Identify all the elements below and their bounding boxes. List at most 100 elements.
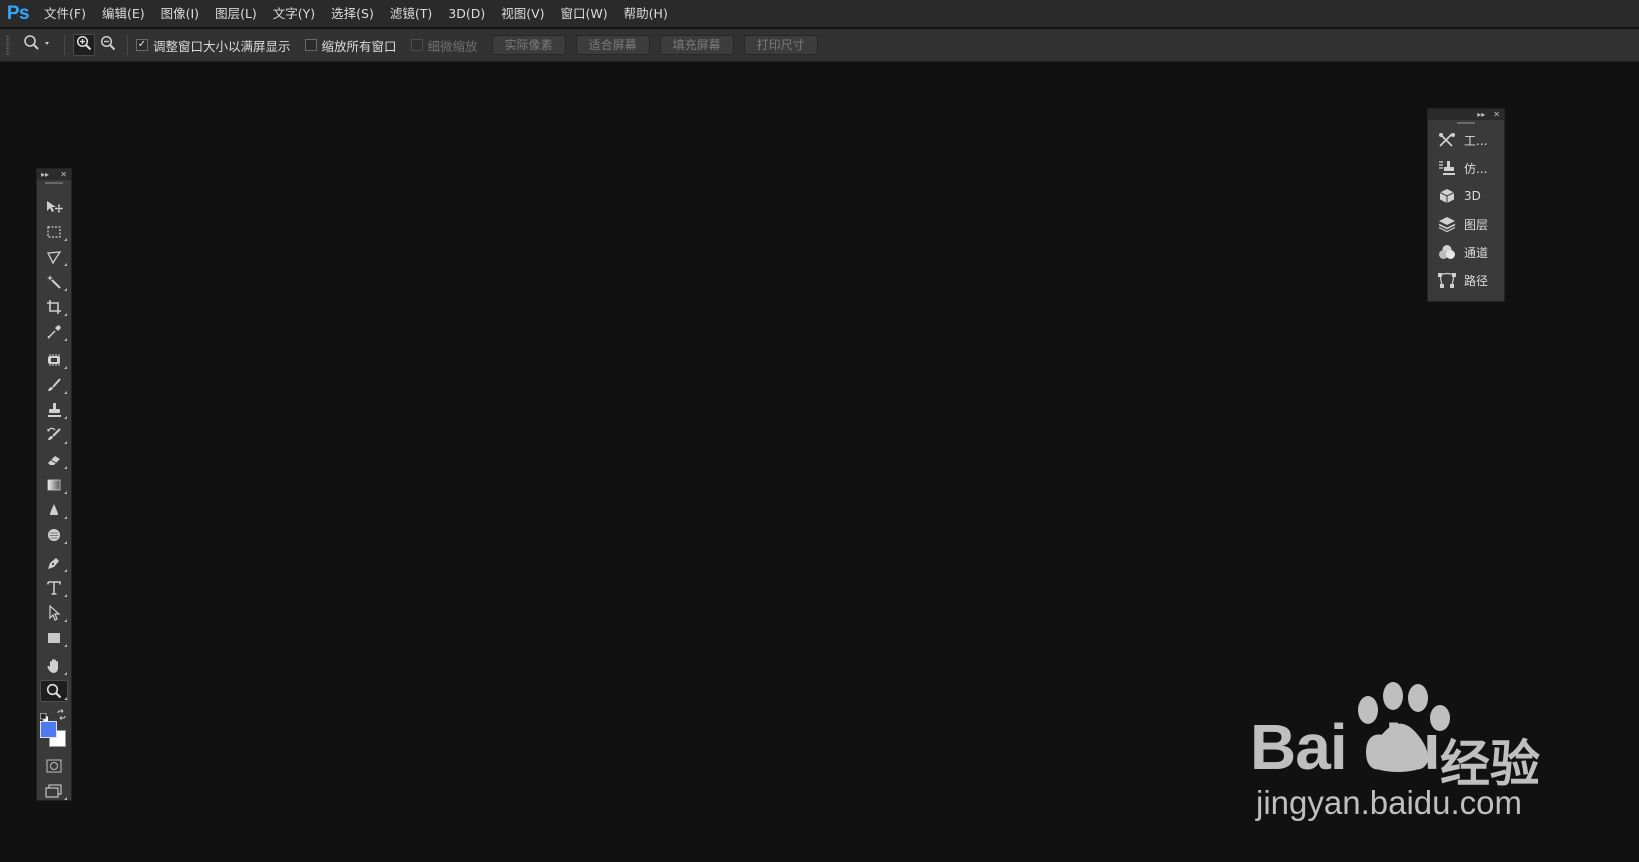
channels-icon	[1436, 241, 1458, 263]
dock-item-paths[interactable]: 路径	[1428, 266, 1504, 294]
pen-icon	[48, 557, 59, 569]
dock-label-tool-presets: 工...	[1464, 133, 1488, 148]
collapse-icon[interactable]: ▸▸	[1477, 109, 1485, 120]
eraser-tool[interactable]	[37, 447, 71, 472]
ps-logo: Ps	[6, 2, 30, 24]
dock-item-channels[interactable]: 通道	[1428, 238, 1504, 266]
foreground-color-swatch[interactable]	[40, 721, 57, 738]
crop-icon	[47, 299, 61, 314]
color-swatches	[37, 703, 71, 751]
move-tool[interactable]	[37, 194, 71, 219]
options-bar: ✓ 调整窗口大小以满屏显示 缩放所有窗口 细微缩放 实际像素 适合屏幕 填充屏幕…	[0, 29, 1639, 62]
dodge-tool[interactable]	[37, 522, 71, 547]
zoom-all-windows-option[interactable]: 缩放所有窗口	[304, 36, 397, 55]
tools-panel: ▸▸ ✕	[36, 168, 72, 801]
scrubby-zoom-option[interactable]: 细微缩放	[410, 36, 478, 55]
resize-windows-checkbox[interactable]: ✓	[136, 39, 148, 51]
clone-stamp-icon	[48, 402, 61, 417]
fit-screen-button[interactable]: 适合屏幕	[575, 35, 650, 55]
gradient-tool[interactable]	[37, 472, 71, 497]
brush-tool[interactable]	[37, 372, 71, 397]
layers-icon	[1436, 213, 1458, 235]
scrubby-zoom-label: 细微缩放	[427, 38, 478, 54]
crop-tool[interactable]	[37, 294, 71, 319]
menu-window[interactable]: 窗口(W)	[553, 0, 616, 28]
brush-icon	[48, 377, 61, 391]
blur-icon	[50, 503, 58, 515]
screen-mode-icon	[45, 783, 62, 798]
3d-cube-icon	[1436, 185, 1458, 207]
menu-filter[interactable]: 滤镜(T)	[382, 0, 440, 28]
dock-label-layers: 图层	[1464, 217, 1489, 232]
rectangle-tool[interactable]	[37, 625, 71, 650]
path-selection-tool[interactable]	[37, 600, 71, 625]
resize-windows-label: 调整窗口大小以满屏显示	[153, 38, 291, 54]
menu-edit[interactable]: 编辑(E)	[94, 0, 153, 28]
actual-pixels-button[interactable]: 实际像素	[491, 35, 566, 55]
zoom-all-windows-checkbox[interactable]	[304, 39, 317, 51]
move-tool-icon	[47, 200, 63, 213]
healing-brush-icon	[48, 353, 60, 366]
zoom-preset-icon	[23, 34, 53, 56]
quick-mask-icon	[46, 759, 62, 772]
fill-screen-button[interactable]: 填充屏幕	[659, 35, 734, 55]
dock-label-3d: 3D	[1464, 189, 1481, 203]
print-size-button[interactable]: 打印尺寸	[743, 35, 818, 55]
watermark-brand: Bai du	[1250, 711, 1441, 783]
menu-3d[interactable]: 3D(D)	[440, 0, 493, 28]
scrubby-zoom-checkbox[interactable]	[410, 39, 423, 51]
menu-select[interactable]: 选择(S)	[323, 0, 382, 28]
lasso-icon	[46, 250, 62, 264]
menu-help[interactable]: 帮助(H)	[616, 0, 676, 28]
photoshop-window: Ps 文件(F) 编辑(E) 图像(I) 图层(L) 文字(Y) 选择(S) 滤…	[0, 0, 1639, 862]
marquee-tool[interactable]	[37, 219, 71, 244]
collapse-icon[interactable]: ▸▸	[41, 169, 49, 180]
history-brush-icon	[47, 427, 61, 440]
history-brush-tool[interactable]	[37, 422, 71, 447]
dock-item-tool-presets[interactable]: 工...	[1428, 126, 1504, 154]
eraser-icon	[48, 455, 60, 465]
swap-colors-icon[interactable]	[56, 705, 67, 720]
screen-mode-button[interactable]	[37, 778, 71, 803]
type-icon	[47, 580, 61, 595]
menu-image[interactable]: 图像(I)	[153, 0, 207, 28]
zoom-tool[interactable]	[37, 678, 71, 703]
pen-tool[interactable]	[37, 550, 71, 575]
lasso-tool[interactable]	[37, 244, 71, 269]
options-separator	[64, 35, 65, 55]
close-icon[interactable]: ✕	[60, 169, 67, 180]
type-tool[interactable]	[37, 575, 71, 600]
magic-wand-tool[interactable]	[37, 269, 71, 294]
healing-brush-tool[interactable]	[37, 347, 71, 372]
tool-presets-icon	[1436, 129, 1458, 151]
clone-source-icon	[1436, 157, 1458, 179]
menu-type[interactable]: 文字(Y)	[265, 0, 323, 28]
zoom-out-icon	[100, 35, 116, 55]
hand-icon	[47, 658, 58, 673]
menu-file[interactable]: 文件(F)	[36, 0, 94, 28]
dock-label-paths: 路径	[1464, 273, 1489, 288]
magic-wand-icon	[47, 274, 61, 289]
dock-label-channels: 通道	[1464, 245, 1489, 260]
menu-layer[interactable]: 图层(L)	[207, 0, 265, 28]
options-separator	[127, 35, 128, 55]
dock-item-clone-source[interactable]: 仿...	[1428, 154, 1504, 182]
paths-icon	[1436, 269, 1458, 291]
dock-item-layers[interactable]: 图层	[1428, 210, 1504, 238]
panel-dock: ▸▸ ✕ 工... 仿... 3D 图层 通道 路径	[1427, 108, 1505, 302]
resize-windows-option[interactable]: ✓ 调整窗口大小以满屏显示	[136, 36, 291, 55]
hand-tool[interactable]	[37, 653, 71, 678]
rectangle-shape-icon	[48, 632, 60, 643]
dock-item-3d[interactable]: 3D	[1428, 182, 1504, 210]
quick-mask-button[interactable]	[37, 753, 71, 778]
menu-view[interactable]: 视图(V)	[493, 0, 552, 28]
blur-tool[interactable]	[37, 497, 71, 522]
options-bar-grip[interactable]	[6, 35, 10, 55]
zoom-out-button[interactable]	[97, 34, 119, 56]
close-icon[interactable]: ✕	[1493, 109, 1500, 120]
default-colors-icon[interactable]	[40, 707, 49, 722]
eyedropper-tool[interactable]	[37, 319, 71, 344]
clone-stamp-tool[interactable]	[37, 397, 71, 422]
zoom-in-button[interactable]	[73, 34, 95, 56]
tool-preset-picker[interactable]	[20, 34, 56, 56]
